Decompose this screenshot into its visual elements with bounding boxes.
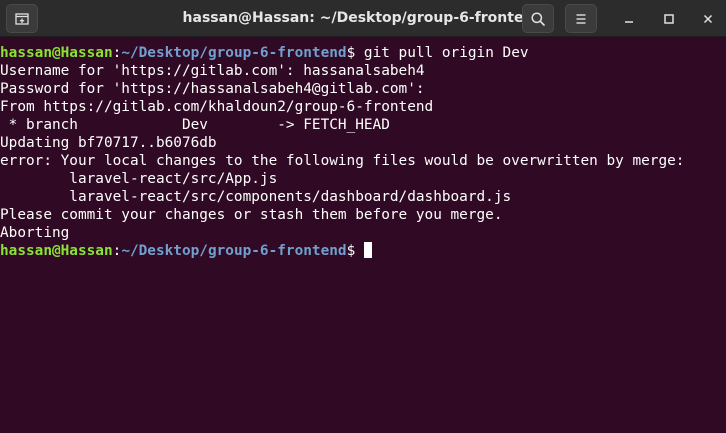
close-button[interactable] xyxy=(697,8,719,30)
close-icon xyxy=(703,14,713,24)
output-line: Username for 'https://gitlab.com': hassa… xyxy=(0,63,425,79)
maximize-icon xyxy=(664,14,674,24)
menu-button[interactable] xyxy=(565,4,597,33)
output-line: Password for 'https://hassanalsabeh4@git… xyxy=(0,81,425,97)
search-button[interactable] xyxy=(522,4,554,33)
command-line: hassan@Hassan:~/Desktop/group-6-frontend… xyxy=(0,44,726,62)
output-line: laravel-react/src/App.js xyxy=(0,171,278,187)
prompt-path: ~/Desktop/group-6-frontend xyxy=(121,45,347,61)
command-text: git pull origin Dev xyxy=(363,45,529,61)
output-line: Updating bf70717..b6076db xyxy=(0,135,217,151)
maximize-button[interactable] xyxy=(658,8,680,30)
search-icon xyxy=(531,11,545,26)
new-tab-icon xyxy=(15,12,29,25)
prompt-colon: : xyxy=(112,45,122,61)
terminal-window: hassan@Hassan: ~/Desktop/group-6-fronten… xyxy=(0,0,726,433)
prompt-colon: : xyxy=(112,243,122,259)
text-cursor xyxy=(363,242,372,258)
prompt-path: ~/Desktop/group-6-frontend xyxy=(121,243,347,259)
prompt-user-host: hassan@Hassan xyxy=(0,243,113,259)
new-tab-button[interactable] xyxy=(6,4,38,33)
terminal-output[interactable]: hassan@Hassan:~/Desktop/group-6-frontend… xyxy=(0,44,726,260)
hamburger-menu-icon xyxy=(576,13,586,24)
output-line: Aborting xyxy=(0,225,70,241)
minimize-button[interactable] xyxy=(618,8,640,30)
prompt-symbol: $ xyxy=(346,243,364,259)
output-line: * branch Dev -> FETCH_HEAD xyxy=(0,117,390,133)
prompt-symbol: $ xyxy=(346,45,364,61)
output-line: Please commit your changes or stash them… xyxy=(0,207,503,223)
active-prompt-line[interactable]: hassan@Hassan:~/Desktop/group-6-frontend… xyxy=(0,242,726,260)
output-line: error: Your local changes to the followi… xyxy=(0,153,685,169)
output-line: From https://gitlab.com/khaldoun2/group-… xyxy=(0,99,434,115)
minimize-icon xyxy=(625,21,633,23)
output-line: laravel-react/src/components/dashboard/d… xyxy=(0,189,512,205)
prompt-user-host: hassan@Hassan xyxy=(0,45,113,61)
title-bar: hassan@Hassan: ~/Desktop/group-6-fronten… xyxy=(0,0,726,37)
